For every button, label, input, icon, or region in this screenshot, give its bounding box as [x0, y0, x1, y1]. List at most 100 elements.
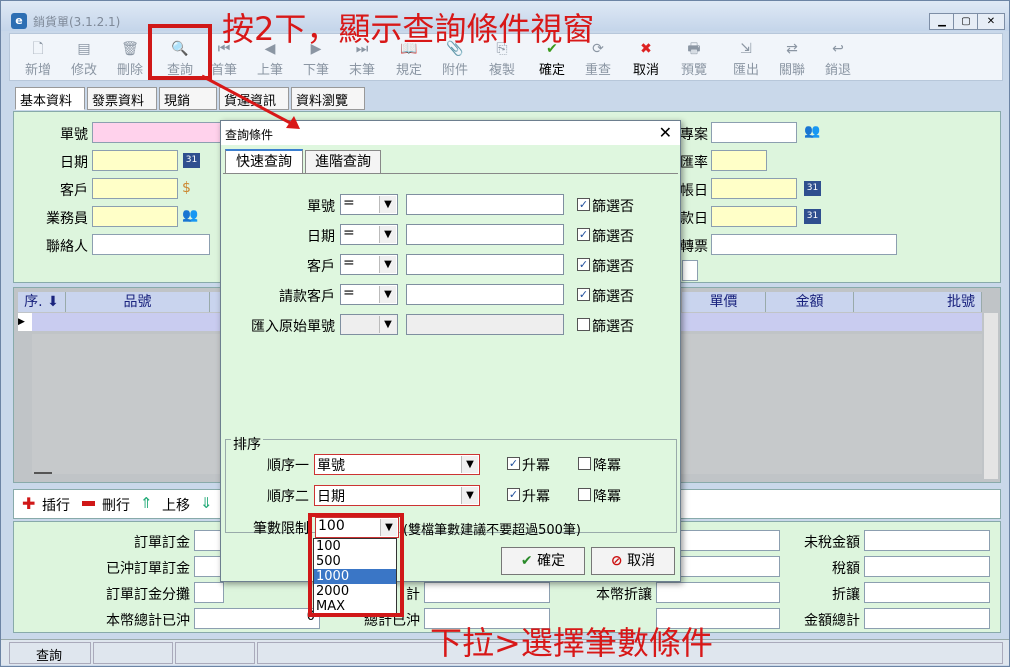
tab-advanced-query[interactable]: 進階查詢 [305, 150, 381, 173]
filter-checkbox[interactable]: ✓ [577, 198, 590, 211]
toolbar-button-return[interactable]: ↩ 銷退 [816, 34, 860, 81]
label-date: 日期 [60, 155, 88, 171]
operator-select[interactable]: = ▼ [340, 194, 398, 215]
calendar-icon[interactable]: 31 [804, 209, 821, 224]
local-discount-field[interactable] [656, 582, 780, 603]
annotation-top: 按2下，顯示查詢條件視窗 [222, 10, 595, 48]
descending-checkbox[interactable] [578, 488, 591, 501]
customer-field[interactable] [92, 178, 178, 199]
small-field[interactable] [682, 260, 698, 281]
toolbar-button-export[interactable]: ⇲ 匯出 [724, 34, 768, 81]
tax-field[interactable] [864, 556, 990, 577]
toolbar-button-edit[interactable]: ▤ 修改 [62, 34, 106, 81]
grid-header-amount[interactable]: 金額 [766, 292, 854, 312]
grid-scrollbar[interactable] [984, 313, 998, 479]
local-total-offset-field[interactable]: 0 [194, 608, 320, 629]
toolbar-button-new[interactable]: 🗋 新增 [16, 34, 60, 81]
return-icon: ↩ [832, 41, 844, 57]
discount-field[interactable] [864, 582, 990, 603]
query-value-input[interactable] [406, 194, 564, 215]
plus-icon[interactable]: ✚ [22, 494, 35, 513]
toolbar-button-print[interactable]: 🖶 預覽 [672, 34, 716, 81]
move-down-icon[interactable]: ⇓ [200, 494, 213, 512]
dialog-close-icon[interactable]: ✕ [659, 123, 672, 142]
sort-field-select[interactable]: 單號 ▼ [314, 454, 480, 475]
close-button[interactable]: ✕ [977, 13, 1005, 30]
chevron-down-icon: ▼ [461, 487, 478, 504]
minus-icon[interactable] [82, 501, 95, 506]
untaxed-field[interactable] [864, 530, 990, 551]
tab-1[interactable]: 發票資料 [87, 87, 157, 110]
account-date-field[interactable] [711, 178, 797, 199]
tab-quick-query[interactable]: 快速查詢 [225, 149, 303, 173]
label-grand-total: 金額總計 [804, 613, 860, 629]
operator-select[interactable]: ▼ [340, 314, 398, 335]
cancel-button[interactable]: ⊘ 取消 [591, 547, 675, 575]
filter-checkbox[interactable] [577, 318, 590, 331]
people-icon[interactable]: 👥 [182, 208, 198, 223]
insert-row-button[interactable]: 插行 [42, 495, 70, 515]
sort-field-select[interactable]: 日期 ▼ [314, 485, 480, 506]
label-untaxed: 未稅金額 [804, 535, 860, 551]
sort-group-label: 排序 [231, 434, 263, 454]
query-value-input[interactable] [406, 254, 564, 275]
query-label: 客戶 [307, 259, 335, 275]
tab-0[interactable]: 基本資料 [15, 87, 85, 110]
deposit-share-field[interactable] [194, 582, 224, 603]
ascending-checkbox[interactable]: ✓ [507, 488, 520, 501]
maximize-button[interactable]: ▢ [953, 13, 979, 30]
filter-checkbox[interactable]: ✓ [577, 228, 590, 241]
toolbar-label: 末筆 [348, 63, 375, 78]
grid-header-batch[interactable]: 批號 [854, 292, 982, 312]
grid-header-price[interactable]: 單價 [682, 292, 766, 312]
operator-select[interactable]: = ▼ [340, 224, 398, 245]
query-value-input[interactable] [406, 224, 564, 245]
delete-row-button[interactable]: 刪行 [102, 495, 130, 515]
toolbar-button-link[interactable]: ⇄ 關聯 [770, 34, 814, 81]
prohibit-icon: ⊘ [610, 553, 623, 569]
label-discount: 折讓 [832, 587, 860, 603]
calendar-icon[interactable]: 31 [804, 181, 821, 196]
pay-date-field[interactable] [711, 206, 797, 227]
grand-total-field[interactable] [864, 608, 990, 629]
contact-field[interactable] [92, 234, 210, 255]
operator-select[interactable]: = ▼ [340, 254, 398, 275]
label-deposit-share: 訂單訂金分攤 [106, 587, 190, 603]
toolbar-button-delete[interactable]: 🗑 刪除 [108, 34, 152, 81]
toolbar-label: 取消 [632, 63, 659, 78]
toolbar-label: 新增 [24, 63, 51, 78]
total-field[interactable] [424, 582, 550, 603]
filter-label: 篩選否 [592, 229, 634, 245]
rate-field[interactable] [711, 150, 767, 171]
move-up-icon[interactable]: ⇑ [140, 494, 153, 512]
ok-button[interactable]: ✔ 確定 [501, 547, 585, 575]
print-icon: 🖶 [687, 41, 701, 57]
grid-header-seq[interactable]: 序. ⬇ [18, 292, 66, 312]
label-salesperson: 業務員 [46, 211, 88, 227]
operator-select[interactable]: = ▼ [340, 284, 398, 305]
move-up-button[interactable]: 上移 [162, 495, 190, 515]
project-lookup-icon[interactable]: 👥 [804, 124, 820, 139]
query-value-input[interactable] [406, 284, 564, 305]
customer-lookup-icon[interactable]: $ [182, 180, 191, 196]
status-text: 查詢 [9, 642, 91, 664]
minimize-button[interactable]: ▁ [929, 13, 955, 30]
project-field[interactable] [711, 122, 797, 143]
chevron-down-icon: ▼ [379, 256, 396, 273]
grid-divider [34, 472, 52, 474]
grid-header-item[interactable]: 品號 [66, 292, 210, 312]
row-pointer-icon: ▶ [18, 313, 32, 331]
filter-checkbox[interactable]: ✓ [577, 258, 590, 271]
calendar-icon[interactable]: 31 [183, 153, 200, 168]
toolbar-button-cancel[interactable]: ✖ 取消 [624, 34, 668, 81]
ascending-checkbox[interactable]: ✓ [507, 457, 520, 470]
label-customer: 客戶 [60, 183, 88, 199]
query-value-input[interactable] [406, 314, 564, 335]
toolbar-label: 預覽 [680, 63, 707, 78]
filter-checkbox[interactable]: ✓ [577, 288, 590, 301]
descending-checkbox[interactable] [578, 457, 591, 470]
salesperson-field[interactable] [92, 206, 178, 227]
transfer-field[interactable] [711, 234, 897, 255]
sort-label: 順序二 [267, 489, 309, 505]
date-field[interactable] [92, 150, 178, 171]
